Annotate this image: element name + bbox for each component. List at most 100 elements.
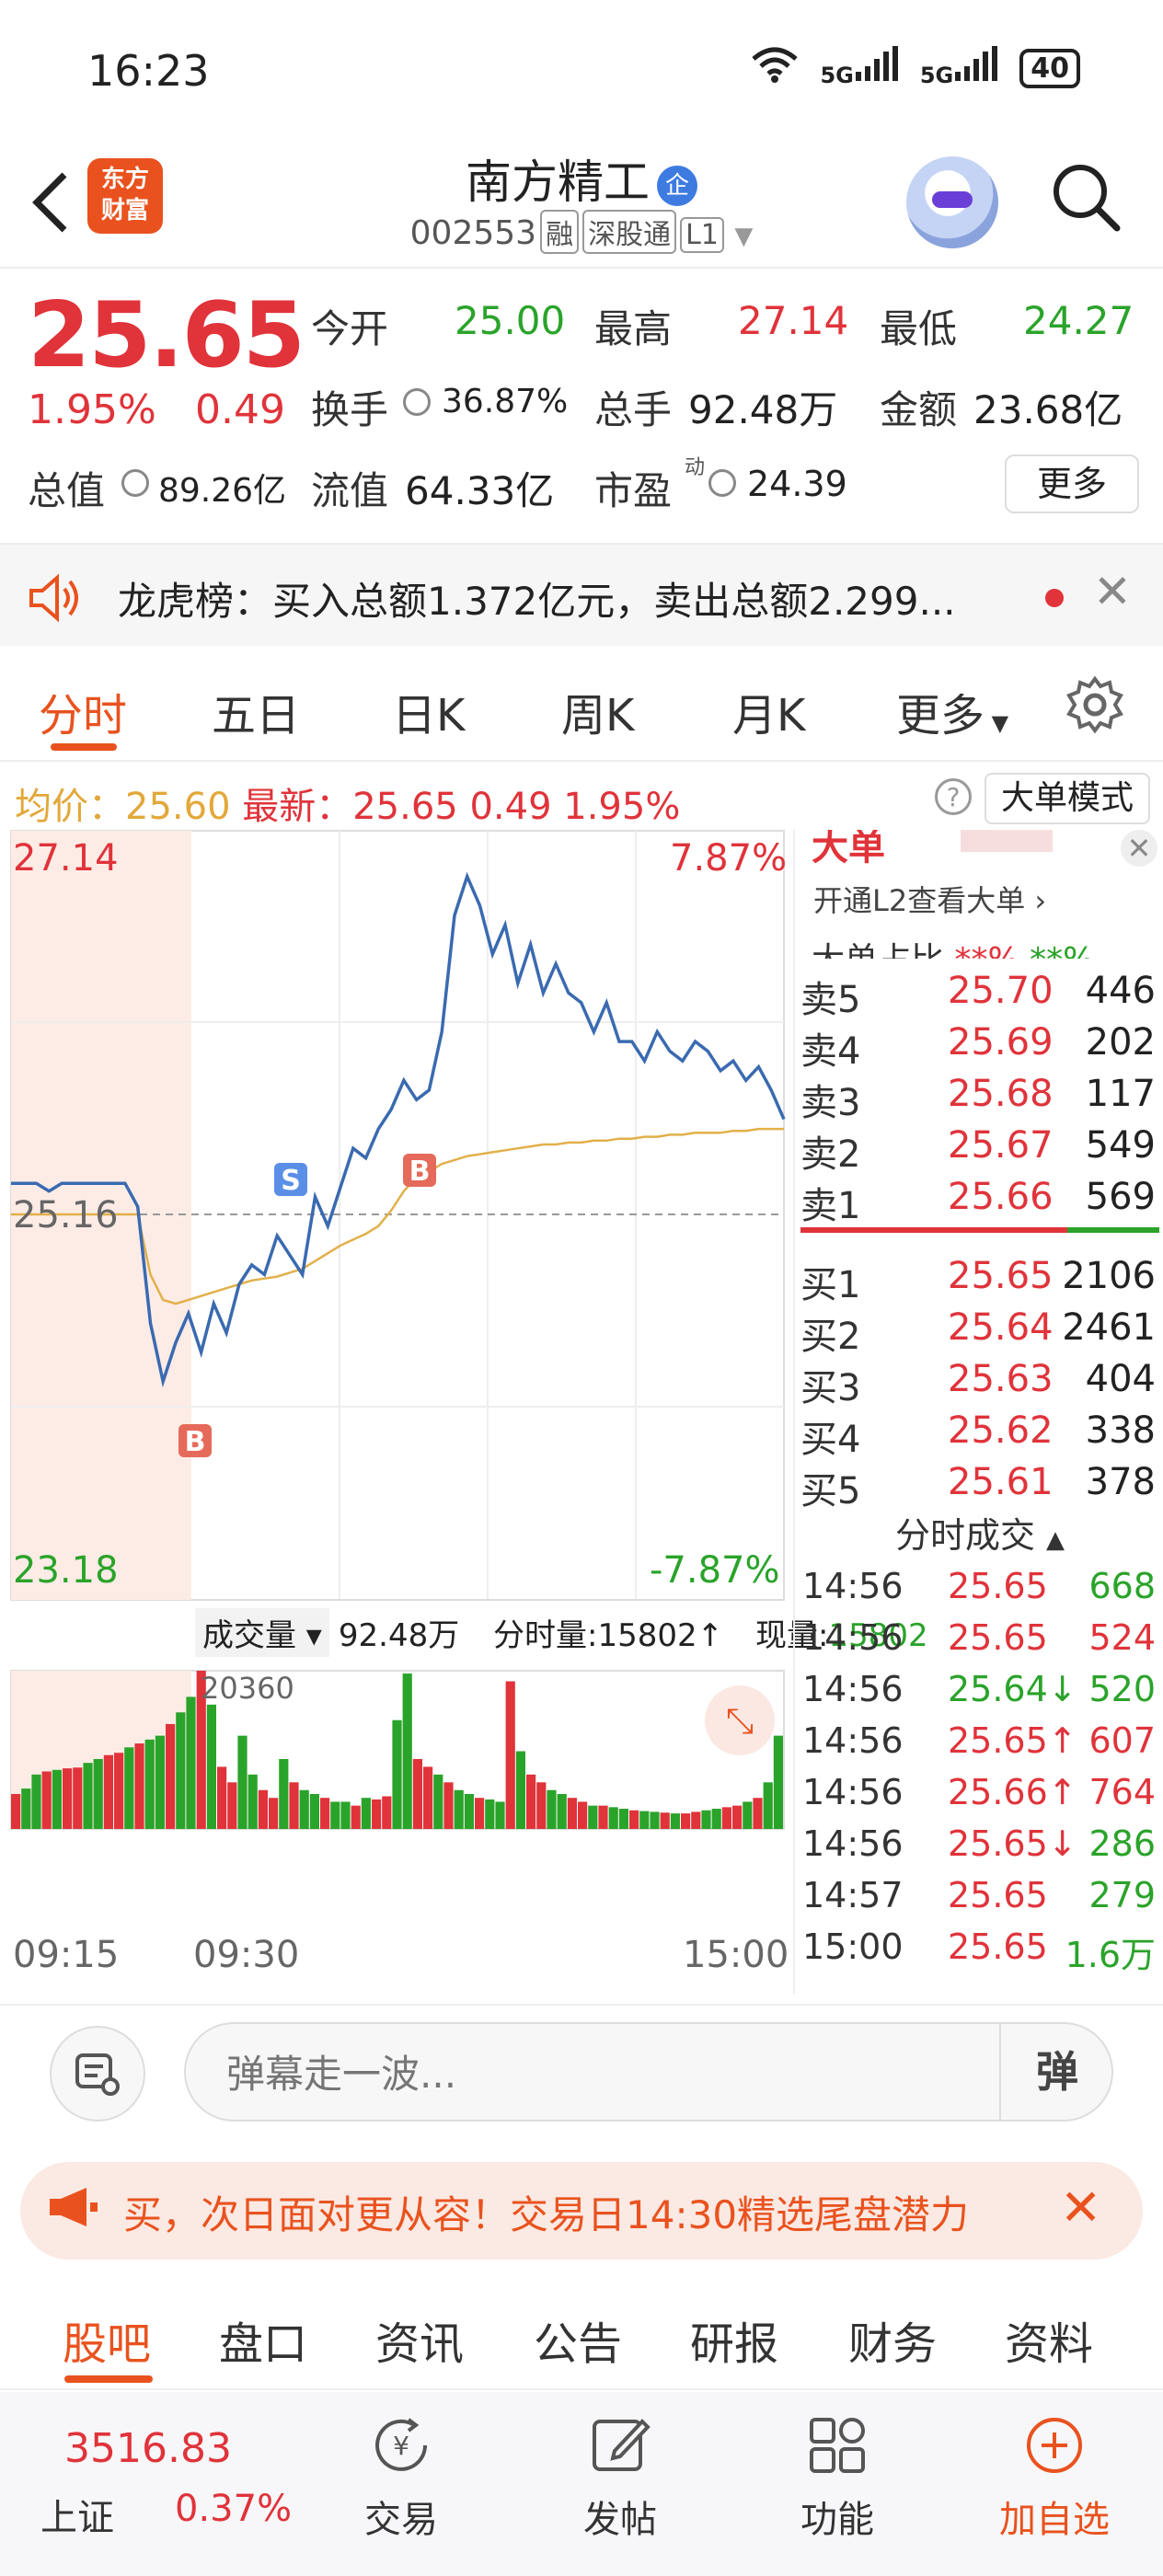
tab-announcements[interactable]: 公告 xyxy=(534,2307,622,2372)
nav-add-watchlist[interactable]: 加自选 xyxy=(981,2401,1128,2543)
trade-volume: 524 xyxy=(1088,1617,1156,1658)
danmu-input-box[interactable]: 弹 xyxy=(184,2022,1113,2122)
battery-icon: 40 xyxy=(1019,48,1080,88)
l2-link[interactable]: 开通L2查看大单 › xyxy=(813,878,1046,920)
trades-title-label: 分时成交 xyxy=(894,1515,1035,1556)
tab-more-label: 更多 xyxy=(896,690,985,742)
volume-selector[interactable]: 成交量 ▾ xyxy=(195,1608,329,1657)
tab-weekly-k[interactable]: 周K xyxy=(561,679,634,743)
bid-level-row[interactable]: 买1 25.65 2106 xyxy=(795,1249,1163,1306)
trade-price: 25.65 xyxy=(948,1875,1048,1915)
danmu-input[interactable] xyxy=(226,2046,962,2101)
tab-five-day[interactable]: 五日 xyxy=(212,679,300,743)
bid-level-row[interactable]: 买3 25.63 404 xyxy=(795,1352,1163,1409)
trade-price: 25.64↓ xyxy=(948,1669,1077,1709)
danmu-toggle-button[interactable]: 弹 xyxy=(999,2024,1113,2120)
tab-forum[interactable]: 股吧 xyxy=(63,2307,151,2372)
promo-banner[interactable]: 买，次日面对更从容！交易日14:30精选尾盘潜力 ✕ xyxy=(20,2162,1143,2260)
search-icon[interactable] xyxy=(1049,160,1123,234)
nav-trade[interactable]: ¥ 交易 xyxy=(328,2401,475,2543)
bid-level-row[interactable]: 买2 25.64 2461 xyxy=(795,1301,1163,1358)
nav-functions-label: 功能 xyxy=(800,2499,874,2541)
speaker-icon xyxy=(28,572,83,635)
tab-more[interactable]: 更多 ▼ xyxy=(896,679,1008,743)
trade-price: 25.65 xyxy=(948,1926,1048,1967)
volume-bar xyxy=(299,1789,309,1829)
tab-daily-k[interactable]: 日K xyxy=(392,679,465,743)
bid-level-price: 25.62 xyxy=(948,1409,1054,1452)
sell-marker: S xyxy=(281,1165,301,1197)
ask-level-row[interactable]: 卖4 25.69 202 xyxy=(795,1016,1163,1073)
volume-total: 92.48万 xyxy=(338,1617,460,1654)
high-label: 最高 xyxy=(594,306,673,351)
ask-level-row[interactable]: 卖2 25.67 549 xyxy=(795,1119,1163,1176)
tab-news[interactable]: 资讯 xyxy=(375,2307,464,2372)
volume-bar xyxy=(464,1793,474,1829)
close-icon[interactable]: ✕ xyxy=(1121,830,1157,867)
ratio-hidden-sell: **% xyxy=(1030,941,1094,959)
open-value: 25.00 xyxy=(455,298,566,343)
nav-post[interactable]: 发帖 xyxy=(547,2401,694,2543)
bid-level-price: 25.61 xyxy=(948,1461,1054,1503)
nav-functions[interactable]: 功能 xyxy=(764,2401,911,2543)
bid-level-row[interactable]: 买4 25.62 338 xyxy=(795,1404,1163,1461)
dragon-tiger-banner[interactable]: 龙虎榜：买入总额1.372亿元，卖出总额2.299... ✕ xyxy=(0,543,1163,646)
tab-profile[interactable]: 资料 xyxy=(1005,2307,1093,2372)
expand-icon[interactable]: ⤡ xyxy=(705,1685,775,1755)
big-order-title: 大单 xyxy=(812,830,885,868)
volume-bar xyxy=(372,1799,382,1829)
trade-time: 14:56 xyxy=(802,1617,904,1658)
help-icon[interactable]: ? xyxy=(935,778,972,815)
bid-level-price: 25.65 xyxy=(948,1255,1054,1297)
trade-time: 14:57 xyxy=(802,1875,904,1915)
volume-bar xyxy=(21,1788,31,1829)
gear-icon[interactable] xyxy=(1065,675,1124,748)
collapse-triangle-icon: ▲ xyxy=(1046,1526,1065,1554)
open-label: 今开 xyxy=(311,306,389,351)
ask-level-row[interactable]: 卖3 25.68 117 xyxy=(795,1067,1163,1124)
volume-bar xyxy=(320,1798,330,1829)
ask-level-row[interactable]: 卖1 25.66 569 xyxy=(795,1170,1163,1227)
close-icon[interactable]: ✕ xyxy=(1093,565,1132,618)
trades-title[interactable]: 分时成交 ▲ xyxy=(795,1507,1163,1558)
comment-settings-icon[interactable] xyxy=(50,2026,145,2122)
big-order-mode-button[interactable]: 大单模式 xyxy=(985,773,1150,824)
x-label-close: 15:00 xyxy=(683,1934,789,1976)
volume-bar xyxy=(660,1812,670,1829)
ask-level-price: 25.69 xyxy=(948,1021,1054,1064)
info-icon[interactable] xyxy=(708,469,736,497)
l2-link-label: 开通L2查看大单 xyxy=(813,883,1026,918)
big-order-ratio-label: 大单占比 xyxy=(812,941,944,959)
tab-intraday[interactable]: 分时 xyxy=(39,679,127,743)
tab-research[interactable]: 研报 xyxy=(690,2307,778,2372)
volume-bar xyxy=(567,1798,577,1829)
volume-bar xyxy=(351,1805,361,1829)
tab-monthly-k[interactable]: 月K xyxy=(732,679,805,743)
volume-bar xyxy=(588,1805,598,1829)
assistant-avatar[interactable] xyxy=(906,156,998,248)
volume-bar xyxy=(63,1768,73,1829)
big-order-card[interactable]: 大单 ✕ 开通L2查看大单 › 大单占比 **% **% xyxy=(795,830,1163,959)
volume-bar xyxy=(217,1766,227,1829)
intraday-chart[interactable]: S B B 27.14 7.87% 25.16 23.18 -7.87% 成交量 ▾… xyxy=(0,830,928,1994)
volume-bar xyxy=(639,1811,650,1829)
volume-bar xyxy=(289,1782,299,1829)
bid-level-row[interactable]: 买5 25.61 378 xyxy=(795,1455,1163,1512)
volume-bar xyxy=(41,1771,52,1829)
more-button[interactable]: 更多 xyxy=(1005,454,1139,513)
volume-selector-label: 成交量 xyxy=(202,1617,296,1654)
tab-market-depth[interactable]: 盘口 xyxy=(219,2307,307,2372)
info-icon[interactable] xyxy=(403,388,431,416)
volume-bar xyxy=(73,1767,83,1829)
ask-level-row[interactable]: 卖5 25.70 446 xyxy=(795,964,1163,1021)
ask-level-price: 25.70 xyxy=(948,970,1054,1012)
order-book-panel: 大单 ✕ 开通L2查看大单 › 大单占比 **% **% 卖525.70446卖… xyxy=(793,830,1163,1994)
tab-financials[interactable]: 财务 xyxy=(848,2307,937,2372)
volume-bar xyxy=(176,1712,186,1829)
volume-bar xyxy=(330,1801,340,1829)
trade-time: 14:56 xyxy=(802,1772,904,1812)
close-icon[interactable]: ✕ xyxy=(1060,2179,1101,2237)
info-icon[interactable] xyxy=(121,469,149,497)
last-value: 25.65 xyxy=(352,786,458,828)
volume-bar xyxy=(536,1782,547,1829)
